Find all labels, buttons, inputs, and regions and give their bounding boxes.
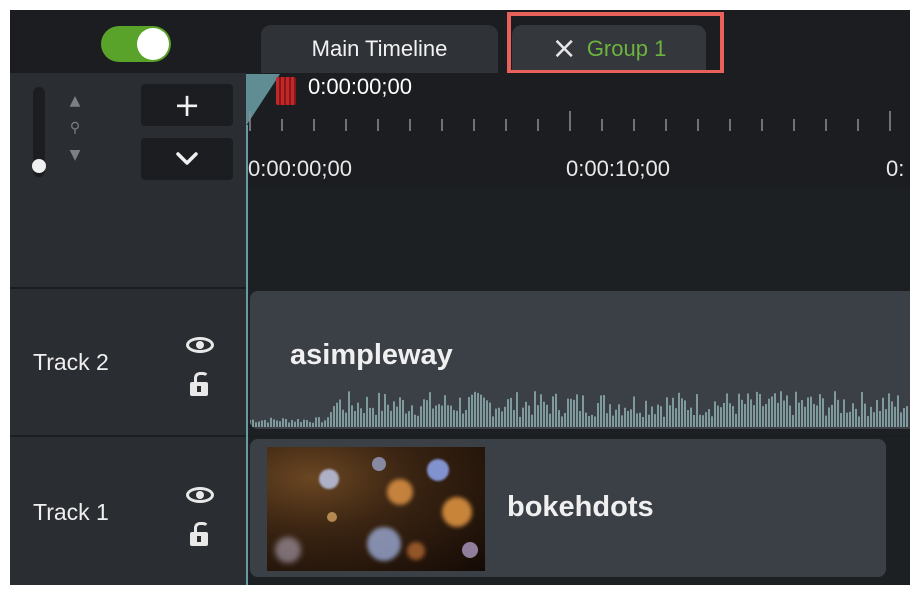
ruler-label: 0:: [886, 156, 905, 181]
empty-track-header: [10, 187, 246, 287]
zoom-slider-handle[interactable]: [32, 159, 46, 173]
plus-icon: +: [173, 86, 201, 124]
track-name: Track 1: [33, 499, 109, 525]
chevron-down-icon: [176, 152, 198, 165]
eye-icon[interactable]: [186, 487, 214, 503]
ruler-label: 0:00:00;00: [248, 156, 352, 181]
track-lane-2[interactable]: asimpleway: [246, 287, 910, 435]
add-track-button[interactable]: +: [141, 84, 233, 126]
track-header-1[interactable]: Track 1: [10, 435, 246, 585]
ruler-ticks: [249, 111, 891, 131]
time-ruler[interactable]: 0:00:00;00 0:00:00;00 0:00:10;00 0:: [246, 73, 910, 187]
track-header-2[interactable]: Track 2: [10, 287, 246, 435]
magnifier-zoom-icon: ▲ ⚲ ▼: [69, 93, 81, 163]
audio-waveform: [250, 391, 908, 427]
clip-thumbnail: [267, 447, 485, 571]
toggle-knob: [137, 28, 169, 60]
ruler-label: 0:00:10;00: [566, 156, 670, 181]
unlock-icon[interactable]: [190, 372, 209, 396]
timeline-toggle-switch[interactable]: [101, 26, 171, 62]
playhead-marker[interactable]: [276, 77, 296, 105]
tab-label: Main Timeline: [311, 36, 448, 61]
playhead-line[interactable]: [246, 125, 248, 585]
timeline-tabbar: Main Timeline × Group 1: [10, 10, 910, 74]
timeline-panel: Main Timeline × Group 1 ▲ ⚲ ▼ + 0:00:00;00…: [10, 10, 910, 585]
clip-label: bokehdots: [507, 491, 654, 523]
eye-icon[interactable]: [186, 337, 214, 353]
clip-label: asimpleway: [290, 339, 453, 371]
track-lane-1[interactable]: bokehdots: [246, 435, 910, 585]
tab-main-timeline[interactable]: Main Timeline: [261, 25, 498, 73]
track-options-button[interactable]: [141, 138, 233, 180]
video-clip[interactable]: bokehdots: [250, 439, 886, 577]
empty-track-lane[interactable]: [246, 187, 910, 287]
track-name: Track 2: [33, 349, 109, 375]
timeline-controls: ▲ ⚲ ▼ +: [10, 73, 246, 187]
close-icon[interactable]: ×: [552, 34, 577, 64]
playhead-time: 0:00:00;00: [308, 74, 412, 99]
tab-group-1[interactable]: × Group 1: [512, 25, 706, 73]
unlock-icon[interactable]: [190, 522, 209, 546]
tab-label: Group 1: [586, 36, 667, 61]
audio-clip[interactable]: asimpleway: [250, 291, 910, 429]
